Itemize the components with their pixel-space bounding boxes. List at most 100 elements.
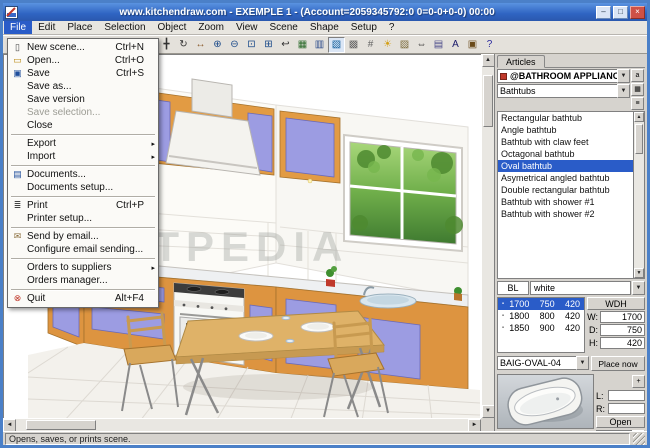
dimension-icon[interactable]: ⇔ [413,37,430,53]
scroll-right-button[interactable]: ► [468,419,481,432]
file-menu-orders-suppliers[interactable]: Orders to suppliers [9,261,157,274]
article-preview[interactable] [497,374,594,429]
width-field[interactable]: 1700 [600,311,645,323]
file-menu-save-version[interactable]: Save version [9,93,157,106]
list-scroll-thumb[interactable] [635,124,643,154]
menu-shape[interactable]: Shape [304,21,345,34]
walls-icon[interactable]: ▩ [345,37,362,53]
menu-edit[interactable]: Edit [32,21,61,34]
open-button[interactable]: Open [596,416,645,428]
list-scroll-up-button[interactable]: ▲ [634,112,644,122]
zoom-all-icon[interactable]: ⊞ [260,37,277,53]
image-mode-icon[interactable]: ▣ [464,37,481,53]
catalog-icon[interactable]: ▤ [430,37,447,53]
file-menu-close[interactable]: Close [9,119,157,132]
zoom-out-icon[interactable]: ⊖ [226,37,243,53]
horizontal-scroll-thumb[interactable] [26,420,96,430]
grid-icon[interactable]: # [362,37,379,53]
file-menu-import[interactable]: Import [9,150,157,163]
maximize-button[interactable]: □ [613,6,628,19]
perspective-view-icon[interactable]: ▧ [328,37,345,53]
measure-icon[interactable]: ↔ [192,37,209,53]
r-field[interactable] [608,403,645,414]
article-list-scrollbar[interactable]: ▲ ▼ [633,112,644,278]
file-menu-save[interactable]: ▣ Save Ctrl+S [9,67,157,80]
menu-scene[interactable]: Scene [263,21,303,34]
article-list-item[interactable]: Bathtub with shower #1 [498,196,633,208]
article-list-item[interactable]: Double rectangular bathtub [498,184,633,196]
titlebar[interactable]: www.kitchendraw.com - EXEMPLE 1 - (Accou… [3,3,647,21]
category-dropdown-button[interactable]: ▼ [617,84,630,98]
rotate-icon[interactable]: ↻ [175,37,192,53]
size-row[interactable]: ▪ 1800 800 420 [498,310,584,322]
article-list-item[interactable]: Oval bathtub [498,160,633,172]
move-icon[interactable]: ╋ [158,37,175,53]
menu-view[interactable]: View [230,21,264,34]
file-menu-open[interactable]: ▭ Open... Ctrl+O [9,54,157,67]
file-menu-printer-setup[interactable]: Printer setup... [9,212,157,225]
canvas-horizontal-scrollbar[interactable]: ◄ ► [3,418,481,431]
resize-grip[interactable] [633,433,645,445]
file-menu-save-as[interactable]: Save as... [9,80,157,93]
list-scroll-track[interactable] [634,122,644,268]
size-row[interactable]: ▪ 1850 900 420 [498,322,584,334]
sort-alpha-button[interactable]: a [631,69,644,82]
zoom-window-icon[interactable]: ⊡ [243,37,260,53]
reference-dropdown-button[interactable]: ▼ [576,356,589,370]
category-combo[interactable]: Bathtubs ▼ [497,84,630,98]
help-icon[interactable]: ? [481,37,498,53]
menu-file[interactable]: File [4,21,32,34]
wdh-button[interactable]: WDH [587,297,645,310]
list-view-button[interactable]: ≡ [631,97,644,110]
finish-name[interactable]: white [530,281,631,295]
article-list-item[interactable]: Octagonal bathtub [498,148,633,160]
elevation-view-icon[interactable]: ▥ [311,37,328,53]
menu-place[interactable]: Place [61,21,98,34]
horizontal-scroll-track[interactable] [16,419,468,431]
pivot-point-button[interactable]: + [632,375,645,388]
file-menu-configure-email[interactable]: Configure email sending... [9,243,157,256]
previous-view-icon[interactable]: ↩ [277,37,294,53]
article-list-item[interactable]: Asymetrical angled bathtub [498,172,633,184]
file-menu-documents[interactable]: ▤ Documents... [9,168,157,181]
lighting-icon[interactable]: ☀ [379,37,396,53]
article-list-item[interactable]: Bathtub with shower #2 [498,208,633,220]
article-list-item[interactable]: Rectangular bathtub [498,112,633,124]
menu-selection[interactable]: Selection [98,21,151,34]
text-mode-icon[interactable]: A [447,37,464,53]
zoom-in-icon[interactable]: ⊕ [209,37,226,53]
finish-code[interactable]: BL [497,281,529,295]
texture-icon[interactable]: ▨ [396,37,413,53]
plan-view-icon[interactable]: ▦ [294,37,311,53]
place-now-button[interactable]: Place now [591,356,645,371]
file-menu-quit[interactable]: ⊗ Quit Alt+F4 [9,292,157,305]
close-button[interactable]: × [630,6,645,19]
vertical-scroll-thumb[interactable] [483,75,493,127]
depth-field[interactable]: 750 [600,324,645,336]
scroll-up-button[interactable]: ▲ [482,54,495,67]
list-scroll-down-button[interactable]: ▼ [634,268,644,278]
scroll-down-button[interactable]: ▼ [482,405,495,418]
height-field[interactable]: 420 [600,337,645,349]
file-menu-print[interactable]: ≣ Print Ctrl+P [9,199,157,212]
menu-zoom[interactable]: Zoom [192,21,230,34]
minimize-button[interactable]: – [596,6,611,19]
file-menu-save-selection[interactable]: Save selection... [9,106,157,119]
catalog-combo[interactable]: @BATHROOM APPLIANCES ▼ [497,69,630,83]
file-menu-documents-setup[interactable]: Documents setup... [9,181,157,194]
size-row[interactable]: ▪ 1700 750 420 [498,298,584,310]
article-list-item[interactable]: Angle bathtub [498,124,633,136]
tab-articles[interactable]: Articles [497,55,545,68]
file-menu-send-email[interactable]: ✉ Send by email... [9,230,157,243]
reference-combo[interactable]: BAIG-OVAL-04 ▼ [497,356,589,370]
vertical-scroll-track[interactable] [482,67,494,405]
article-list-item[interactable]: Bathtub with claw feet [498,136,633,148]
catalog-dropdown-button[interactable]: ▼ [617,69,630,83]
menu-setup[interactable]: Setup [345,21,383,34]
menu-object[interactable]: Object [152,21,193,34]
l-field[interactable] [608,390,645,401]
scroll-left-button[interactable]: ◄ [3,419,16,432]
file-menu-new-scene[interactable]: ▯ New scene... Ctrl+N [9,41,157,54]
finish-dropdown-button[interactable]: ▼ [632,281,645,295]
menu-help[interactable]: ? [383,21,401,34]
